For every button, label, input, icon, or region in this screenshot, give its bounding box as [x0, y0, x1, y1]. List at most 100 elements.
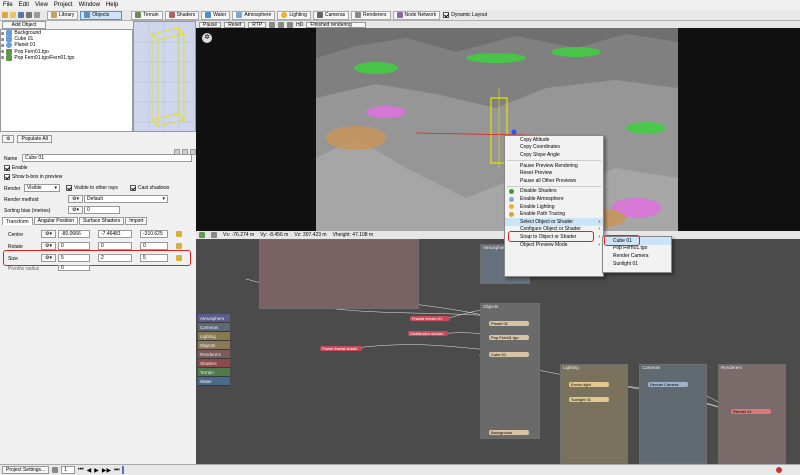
render-method-dropdown[interactable]: Default ▾ [84, 195, 168, 203]
visible-other-rays-toggle[interactable]: Visible to other rays [66, 185, 118, 191]
expand-icon[interactable]: ⊞ [1, 55, 4, 60]
prev-frame-icon[interactable]: ◀ [87, 467, 92, 474]
pop-fern-node[interactable]: Pop Fern01.tgo [489, 335, 529, 340]
fractal-terrain-node[interactable]: Fractal terrain 01 [410, 316, 450, 321]
render-dropdown[interactable]: Visible ▾ [24, 184, 60, 192]
tab-atmosphere[interactable]: Atmosphere [232, 10, 276, 20]
rotate-y-field[interactable]: 0 [98, 242, 132, 250]
sorting-bias-link-button[interactable]: ⚙▾ [68, 206, 83, 214]
play-icon[interactable]: ▶ [94, 467, 99, 474]
menu-enable-lighting[interactable]: Enable Lighting [505, 203, 603, 211]
rotate-lock-icon[interactable] [176, 243, 182, 249]
distribution-shader-node[interactable]: Distribution shader [408, 331, 448, 336]
menu-copy-slope[interactable]: Copy Slope Angle [505, 151, 603, 159]
menu-project[interactable]: Project [51, 2, 76, 8]
tab-transform[interactable]: Transform [2, 217, 33, 225]
visible-other-rays-checkbox[interactable] [66, 185, 72, 191]
enviro-light-node[interactable]: Enviro light [569, 382, 609, 387]
menu-disable-shaders[interactable]: Disable Shaders [505, 188, 603, 196]
render-camera-node[interactable]: Render Camera [648, 382, 688, 387]
cast-shadows-toggle[interactable]: Cast shadows [130, 185, 169, 191]
preview-options-icon[interactable] [269, 21, 276, 28]
camera-view-icon[interactable] [199, 232, 205, 238]
tab-cameras[interactable]: Cameras [312, 10, 350, 20]
legend-water[interactable]: Water [198, 377, 230, 386]
next-frame-icon[interactable]: ▶▶ [102, 467, 111, 474]
dynamic-layout-checkbox[interactable] [443, 12, 450, 18]
menu-copy-coordinates[interactable]: Copy Coordinates [505, 144, 603, 152]
timeline-icon[interactable] [52, 467, 59, 473]
enable-checkbox[interactable] [4, 165, 10, 171]
tree-item-fern-object[interactable]: ⊞ Pop Fern01.tgo/Fern01.tgo [1, 54, 132, 61]
add-object-button[interactable]: Add Object [2, 21, 46, 29]
reset-button[interactable]: Reset [224, 21, 246, 28]
legend-objects[interactable]: Objects [198, 341, 230, 350]
submenu-sunlight[interactable]: Sunlight 01 [603, 260, 671, 268]
render-icon[interactable] [26, 12, 32, 18]
settings-icon[interactable] [34, 12, 40, 18]
populate-all-button[interactable]: Populate All [17, 135, 52, 143]
name-field[interactable]: Cube 01 [22, 154, 192, 162]
tab-terrain[interactable]: Terrain [131, 10, 163, 20]
menu-select-object[interactable]: Select Object or Shader › [505, 217, 603, 226]
objects-node[interactable]: Objects Planet 01 Pop Fern01.tgo Cube 01… [480, 303, 540, 439]
dynamic-layout-toggle[interactable]: Dynamic Layout [443, 12, 487, 18]
preview-light-icon[interactable] [287, 21, 294, 28]
expand-icon[interactable]: ⊞ [1, 37, 4, 42]
menu-window[interactable]: Window [76, 2, 103, 8]
centre-link-button[interactable]: ⚙▾ [41, 230, 56, 238]
expand-icon[interactable]: ⊞ [1, 31, 4, 36]
rotate-x-field[interactable]: 0 [58, 242, 90, 250]
zoom-icon[interactable] [211, 232, 217, 238]
sorting-bias-field[interactable]: 0 [84, 206, 120, 214]
submenu-render-camera[interactable]: Render Camera [603, 252, 671, 260]
menu-edit[interactable]: Edit [16, 2, 32, 8]
menu-enable-atmosphere[interactable]: Enable Atmosphere [505, 195, 603, 203]
centre-lock-icon[interactable] [176, 231, 182, 237]
preview-shading-icon[interactable] [278, 21, 285, 28]
timeline-marker[interactable] [122, 466, 125, 474]
menu-view[interactable]: View [32, 2, 51, 8]
tab-angular-position[interactable]: Angular Position [33, 217, 79, 225]
expand-icon[interactable]: ⊞ [1, 49, 4, 54]
background-node[interactable] [259, 239, 419, 309]
renderers-node[interactable]: Renderers Render 01 [718, 364, 786, 464]
render-method-link-button[interactable]: ⚙▾ [68, 195, 83, 203]
node-network[interactable]: Atmosphere Objects Planet 01 Pop Fern01.… [196, 239, 800, 464]
tab-shaders[interactable]: Shaders [164, 10, 200, 20]
power-fractal-node[interactable]: Power fractal shade [320, 346, 362, 351]
populate-options-button[interactable]: ⚙ [2, 135, 15, 143]
tab-renderers[interactable]: Renderers [351, 10, 391, 20]
new-project-icon[interactable] [2, 12, 8, 18]
object-preview[interactable] [133, 21, 197, 133]
menu-reset-preview[interactable]: Reset Preview [505, 169, 603, 177]
menu-pause-others[interactable]: Pause all Other Previews [505, 177, 603, 185]
enable-toggle[interactable]: Enable [4, 165, 28, 171]
show-bbox-toggle[interactable]: Show b-box in preview [4, 174, 62, 180]
tab-node-network[interactable]: Node Network [392, 10, 441, 20]
hd-toggle[interactable]: HD [296, 22, 303, 28]
cube-node[interactable]: Cube 01 [489, 352, 529, 357]
sunlight-node[interactable]: Sunlight 01 [569, 397, 609, 402]
menu-copy-altitude[interactable]: Copy Altitude [505, 136, 603, 144]
frame-field[interactable]: 1 [61, 466, 76, 474]
navigation-gear-icon[interactable]: ✲ [202, 33, 212, 43]
cast-shadows-checkbox[interactable] [130, 185, 136, 191]
lighting-node[interactable]: Lighting Enviro light Sunlight 01 [560, 364, 628, 464]
centre-y-field[interactable]: -7.46481 [98, 230, 132, 238]
menu-enable-path-tracing[interactable]: Enable Path Tracing [505, 210, 603, 218]
show-bbox-checkbox[interactable] [4, 174, 10, 180]
expand-icon[interactable]: ⊞ [1, 43, 4, 48]
menu-pause-preview[interactable]: Pause Preview Rendering [505, 162, 603, 170]
pause-button[interactable]: Pause [199, 21, 222, 28]
open-project-icon[interactable] [10, 12, 16, 18]
tab-surface-shaders[interactable]: Surface Shaders [79, 217, 125, 225]
background-object-node[interactable]: Background [489, 430, 529, 435]
project-settings-button[interactable]: Project Settings... [2, 466, 50, 474]
rtp-button[interactable]: RTP [248, 21, 267, 28]
first-frame-icon[interactable]: ⏮ [78, 467, 83, 474]
render-node[interactable]: Render 01 [731, 409, 771, 414]
cameras-node[interactable]: Cameras Render Camera [639, 364, 707, 464]
rotate-link-button[interactable]: ⚙▾ [41, 242, 56, 250]
centre-x-field[interactable]: -80.0666 [58, 230, 90, 238]
